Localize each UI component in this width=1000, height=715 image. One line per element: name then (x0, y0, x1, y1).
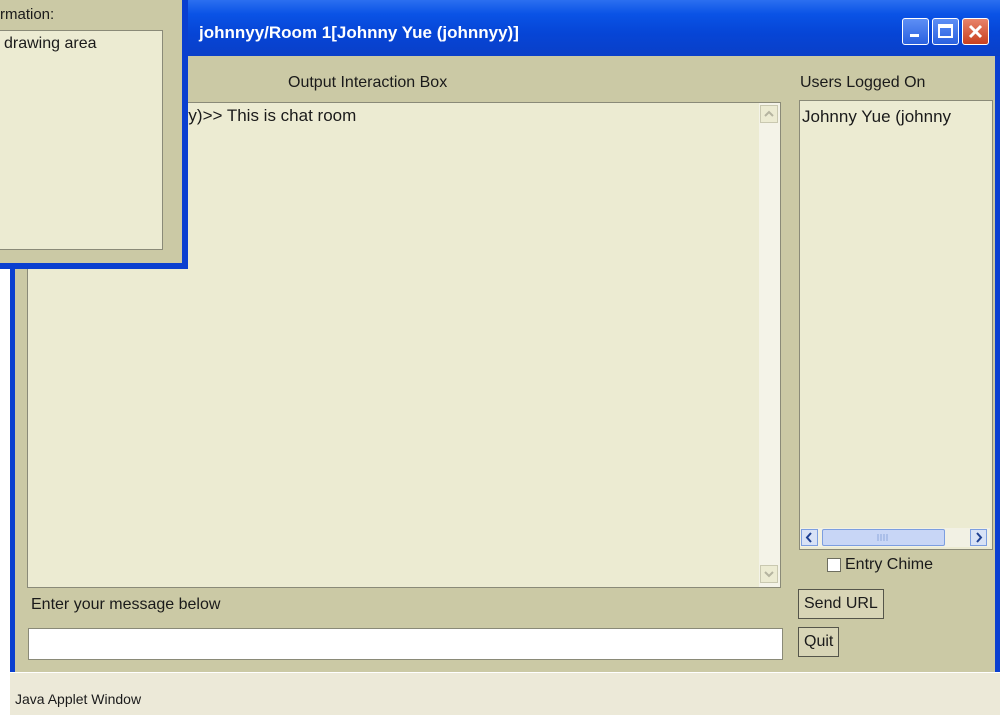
info-list-item[interactable]: drawing area (4, 35, 97, 53)
entry-chime-checkbox[interactable] (827, 558, 841, 572)
maximize-icon (938, 24, 953, 38)
message-label: Enter your message below (31, 596, 221, 613)
info-panel: rmation: drawing area (0, 0, 182, 263)
users-heading: Users Logged On (800, 74, 926, 91)
grip-icon (877, 534, 888, 541)
quit-button[interactable]: Quit (798, 627, 840, 657)
scroll-left-button[interactable] (801, 529, 818, 546)
minimize-button[interactable] (902, 18, 929, 45)
close-button[interactable] (962, 18, 989, 45)
entry-chime-label: Entry Chime (845, 556, 934, 573)
maximize-button[interactable] (932, 18, 959, 45)
minimize-icon (910, 34, 919, 37)
output-box-heading: Output Interaction Box (288, 74, 448, 91)
chevron-right-icon (976, 532, 983, 543)
users-horizontal-scrollbar[interactable] (800, 528, 990, 547)
scroll-down-button[interactable] (760, 565, 778, 583)
message-input[interactable] (28, 628, 783, 660)
scroll-up-button[interactable] (760, 105, 778, 123)
output-vertical-scrollbar[interactable] (759, 103, 780, 587)
close-icon (968, 24, 983, 39)
users-logged-on-list[interactable]: Johnny Yue (johnny (799, 100, 993, 550)
window-title: johnnyy/Room 1[Johnny Yue (johnnyy)] (199, 23, 519, 42)
send-url-button[interactable]: Send URL (798, 589, 884, 619)
chevron-left-icon (805, 532, 812, 543)
chat-message: nnyy)>> This is chat room (161, 106, 357, 125)
info-list[interactable]: drawing area (0, 30, 163, 250)
scroll-thumb[interactable] (822, 529, 945, 546)
info-window: rmation: drawing area (0, 0, 188, 269)
chevron-down-icon (764, 571, 774, 578)
info-header: rmation: (0, 6, 55, 23)
chevron-up-icon (764, 110, 774, 117)
user-list-item[interactable]: Johnny Yue (johnny (802, 107, 951, 127)
scroll-right-button[interactable] (970, 529, 987, 546)
status-text: Java Applet Window (15, 691, 142, 707)
status-bar: Java Applet Window (10, 672, 1000, 715)
